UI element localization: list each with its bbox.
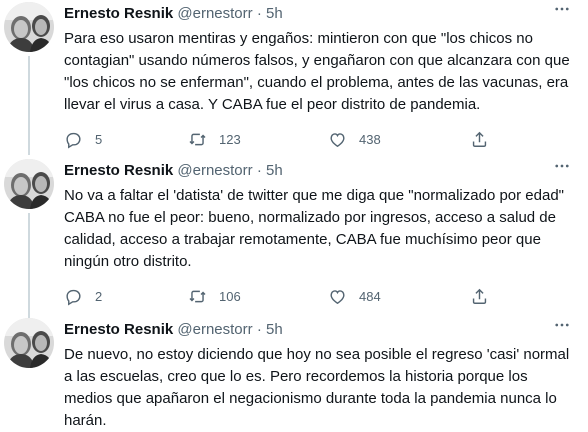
retweet-button[interactable]: 123 bbox=[188, 124, 241, 154]
separator: · bbox=[256, 5, 262, 22]
timestamp[interactable]: 5h bbox=[266, 321, 283, 338]
like-button[interactable]: 484 bbox=[328, 281, 381, 311]
thread-line bbox=[28, 150, 30, 155]
avatar[interactable] bbox=[4, 2, 54, 52]
retweet-icon bbox=[189, 290, 206, 302]
like-count: 438 bbox=[359, 131, 381, 147]
more-horizontal-icon[interactable] bbox=[550, 157, 574, 179]
reply-count: 5 bbox=[95, 131, 103, 147]
share-button[interactable] bbox=[470, 124, 501, 154]
reply-icon bbox=[66, 289, 81, 305]
separator: · bbox=[256, 162, 262, 179]
author-handle[interactable]: @ernestorr bbox=[177, 321, 252, 338]
more-horizontal-icon[interactable] bbox=[550, 0, 574, 22]
tweet-header: Ernesto Resnik @ernestorr · 5h bbox=[64, 159, 574, 183]
tweet-header: Ernesto Resnik @ernestorr · 5h bbox=[64, 318, 574, 342]
author-name[interactable]: Ernesto Resnik bbox=[64, 321, 173, 338]
share-button[interactable] bbox=[470, 281, 501, 311]
heart-icon bbox=[330, 289, 345, 304]
tweet-actions: 2 106 484 bbox=[64, 281, 574, 311]
more-horizontal-icon[interactable] bbox=[550, 316, 574, 338]
retweet-count: 123 bbox=[219, 131, 241, 147]
retweet-icon bbox=[189, 133, 206, 145]
tweet-text: Para eso usaron mentiras y engaños: mint… bbox=[64, 30, 570, 113]
thread-line bbox=[28, 56, 30, 150]
reply-icon bbox=[66, 132, 81, 148]
avatar[interactable] bbox=[4, 318, 54, 368]
reply-button[interactable]: 5 bbox=[64, 124, 102, 154]
avatar[interactable] bbox=[4, 159, 54, 209]
retweet-button[interactable]: 106 bbox=[188, 281, 241, 311]
reply-button[interactable]: 2 bbox=[64, 281, 102, 311]
tweet-text: De nuevo, no estoy diciendo que hoy no s… bbox=[64, 346, 570, 429]
author-name[interactable]: Ernesto Resnik bbox=[64, 162, 173, 179]
tweet-header: Ernesto Resnik @ernestorr · 5h bbox=[64, 2, 574, 26]
timestamp[interactable]: 5h bbox=[266, 5, 283, 22]
separator: · bbox=[256, 321, 262, 338]
like-button[interactable]: 438 bbox=[328, 124, 381, 154]
tweet-actions: 5 123 438 bbox=[64, 124, 574, 154]
reply-count: 2 bbox=[95, 288, 103, 304]
author-name[interactable]: Ernesto Resnik bbox=[64, 5, 173, 22]
tweet-text: No va a faltar el 'datista' de twitter q… bbox=[64, 187, 564, 270]
share-icon bbox=[472, 131, 487, 147]
author-handle[interactable]: @ernestorr bbox=[177, 162, 252, 179]
thread-line bbox=[28, 213, 30, 321]
tweet-2[interactable]: Ernesto Resnik @ernestorr · 5h No va a f… bbox=[0, 150, 588, 321]
share-icon bbox=[472, 288, 487, 304]
heart-icon bbox=[330, 132, 345, 147]
tweet-3[interactable]: Ernesto Resnik @ernestorr · 5h De nuevo,… bbox=[0, 316, 588, 429]
like-count: 484 bbox=[359, 288, 381, 304]
retweet-count: 106 bbox=[219, 288, 241, 304]
author-handle[interactable]: @ernestorr bbox=[177, 5, 252, 22]
tweet-1[interactable]: Ernesto Resnik @ernestorr · 5h Para eso … bbox=[0, 0, 588, 150]
timestamp[interactable]: 5h bbox=[266, 162, 283, 179]
